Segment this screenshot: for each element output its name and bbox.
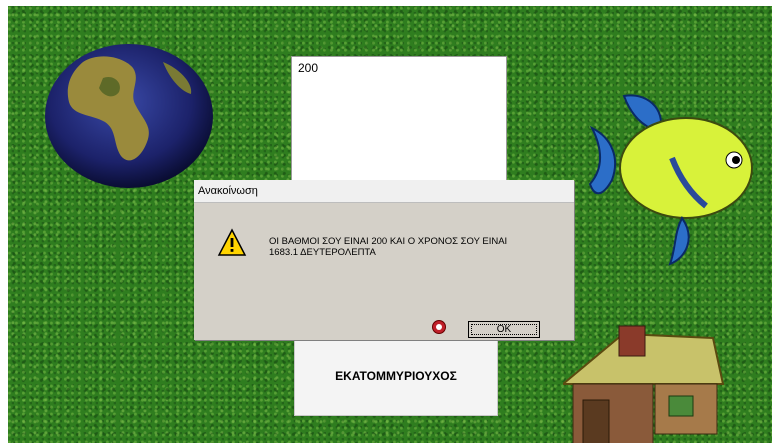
dialog-message-line1: ΟΙ ΒΑΘΜΟΙ ΣΟΥ ΕΙΝΑΙ 200 ΚΑΙ Ο ΧΡΟΝΟΣ ΣΟΥ… bbox=[269, 236, 508, 247]
warning-icon bbox=[217, 228, 247, 256]
message-dialog: Ανακοίνωση ΟΙ ΒΑΘΜΟΙ ΣΟΥ ΕΙΝΑΙ 200 ΚΑΙ Ο… bbox=[194, 180, 574, 340]
score-textbox[interactable]: 200 bbox=[291, 56, 507, 190]
score-value: 200 bbox=[298, 61, 319, 75]
ok-button[interactable]: OK bbox=[468, 321, 540, 338]
dialog-message-line2: 1683.1 ΔΕΥΤΕΡΟΛΕΠΤΑ bbox=[269, 247, 376, 258]
dialog-titlebar[interactable]: Ανακοίνωση bbox=[194, 180, 574, 203]
fish-icon bbox=[588, 94, 753, 266]
level-label: ΕΚΑΤΟΜΜΥΡΙΟΥΧΟΣ bbox=[335, 369, 457, 383]
dialog-title: Ανακοίνωση bbox=[198, 185, 258, 197]
dialog-message: ΟΙ ΒΑΘΜΟΙ ΣΟΥ ΕΙΝΑΙ 200 ΚΑΙ Ο ΧΡΟΝΟΣ ΣΟΥ… bbox=[269, 236, 559, 258]
house-icon bbox=[563, 325, 725, 443]
stop-icon bbox=[432, 320, 446, 334]
game-screen: 200 ΕΚΑΤΟΜΜΥΡΙΟΥΧΟΣ Ανακοίνωση ΟΙ ΒΑΘΜΟΙ… bbox=[8, 6, 772, 443]
globe-icon bbox=[45, 44, 213, 188]
level-label-box: ΕΚΑΤΟΜΜΥΡΙΟΥΧΟΣ bbox=[294, 336, 498, 416]
